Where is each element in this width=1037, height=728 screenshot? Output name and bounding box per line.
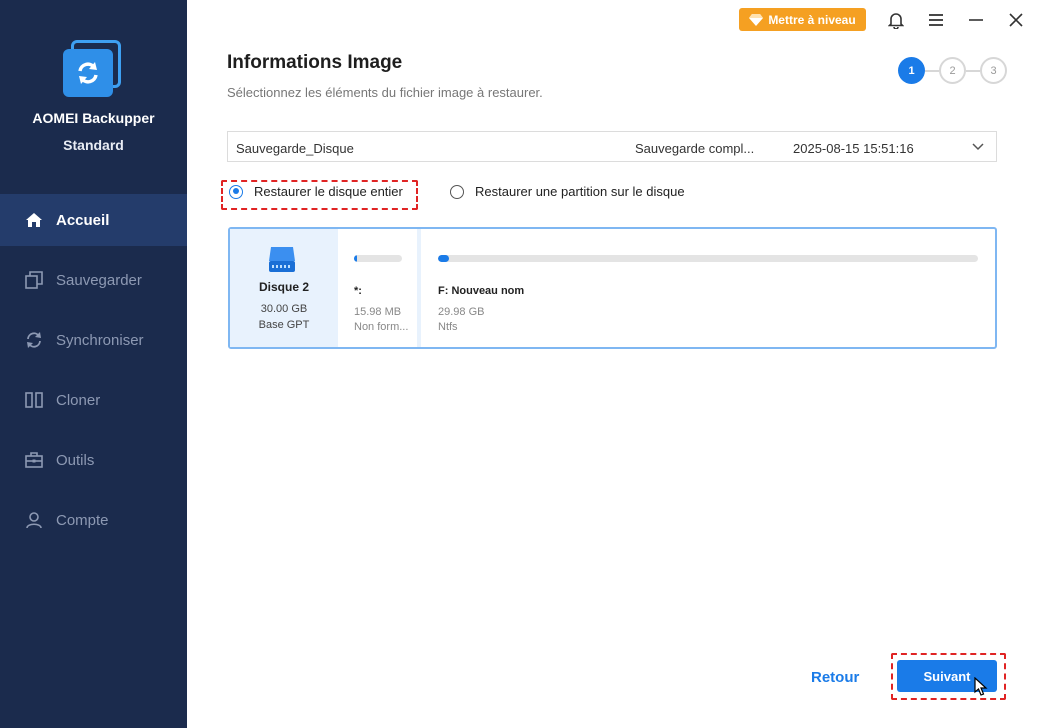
step-1: 1	[898, 57, 925, 84]
partition-separator	[417, 229, 421, 347]
partition-label: *:	[354, 285, 362, 297]
diamond-icon	[749, 13, 764, 26]
whole-disk-label: Restaurer le disque entier	[254, 184, 403, 199]
minimize-icon[interactable]	[966, 10, 986, 30]
page-title: Informations Image	[227, 52, 403, 73]
sidebar-item-label: Accueil	[56, 211, 110, 229]
partition-size: 29.98 GB	[438, 306, 485, 318]
image-type: Sauvegarde compl...	[635, 141, 755, 156]
partition-label: F: Nouveau nom	[438, 285, 525, 297]
sidebar-item-compte[interactable]: Compte	[0, 494, 187, 546]
disk-info: Disque 2 30.00 GB Base GPT	[230, 229, 338, 347]
sidebar-item-label: Compte	[56, 511, 109, 529]
partition-usage-fill	[354, 255, 357, 262]
sidebar-item-label: Outils	[56, 451, 95, 469]
partition-size: 15.98 MB	[354, 306, 402, 318]
upgrade-button[interactable]: Mettre à niveau	[739, 8, 866, 31]
image-date: 2025-08-15 15:51:16	[793, 141, 914, 156]
partition-usage-bar	[354, 255, 402, 262]
backup-icon	[24, 270, 44, 290]
account-icon	[24, 510, 44, 530]
page-subtitle: Sélectionnez les éléments du fichier ima…	[227, 85, 543, 100]
sidebar-item-outils[interactable]: Outils	[0, 434, 187, 486]
sidebar-item-label: Sauvegarder	[56, 271, 142, 289]
clone-icon	[24, 390, 44, 410]
whole-disk-radio[interactable]	[229, 184, 243, 199]
partition-usage-bar	[438, 255, 978, 262]
step-3: 3	[980, 57, 1007, 84]
partition-usage-fill	[438, 255, 449, 262]
disk-size: 30.00 GB	[260, 303, 308, 315]
app-edition: Standard	[63, 137, 124, 153]
image-name: Sauvegarde_Disque	[236, 141, 354, 156]
sidebar-item-label: Synchroniser	[56, 331, 144, 349]
partition-fs: Non form...	[354, 321, 409, 333]
sidebar-item-cloner[interactable]: Cloner	[0, 374, 187, 426]
partition-option[interactable]: Restaurer une partition sur le disque	[450, 184, 685, 199]
partition-label: Restaurer une partition sur le disque	[475, 184, 685, 199]
upgrade-label: Mettre à niveau	[768, 12, 856, 27]
sidebar-item-sauvegarder[interactable]: Sauvegarder	[0, 254, 187, 306]
sidebar-item-accueil[interactable]: Accueil	[0, 194, 187, 246]
sync-icon	[24, 330, 44, 350]
partition-radio[interactable]	[450, 184, 464, 199]
app-name: AOMEI Backupper	[32, 110, 155, 126]
step-connector	[925, 70, 939, 72]
disk-style: Base GPT	[258, 319, 310, 331]
close-icon[interactable]	[1006, 10, 1026, 30]
sync-arrows-icon	[78, 62, 98, 84]
disk-panel[interactable]: Disque 2 30.00 GB Base GPT *: 15.98 MB N…	[228, 227, 997, 349]
back-button[interactable]: Retour	[811, 669, 859, 686]
home-icon	[24, 210, 44, 230]
image-select-dropdown[interactable]: Sauvegarde_Disque Sauvegarde compl... 20…	[227, 131, 997, 162]
app-logo	[63, 40, 123, 98]
chevron-down-icon	[972, 140, 984, 155]
mouse-cursor-icon	[974, 676, 988, 702]
whole-disk-option[interactable]: Restaurer le disque entier	[229, 184, 403, 199]
disk-name: Disque 2	[258, 280, 309, 294]
partition-fs: Ntfs	[438, 321, 458, 333]
tools-icon	[24, 450, 44, 470]
sidebar: AOMEI Backupper Standard Accueil Sauvega…	[0, 0, 187, 728]
disk-icon	[267, 243, 297, 280]
menu-icon[interactable]	[926, 10, 946, 30]
bell-icon[interactable]	[886, 10, 906, 30]
sidebar-item-synchroniser[interactable]: Synchroniser	[0, 314, 187, 366]
sidebar-item-label: Cloner	[56, 391, 101, 409]
step-connector	[966, 70, 980, 72]
step-2: 2	[939, 57, 966, 84]
